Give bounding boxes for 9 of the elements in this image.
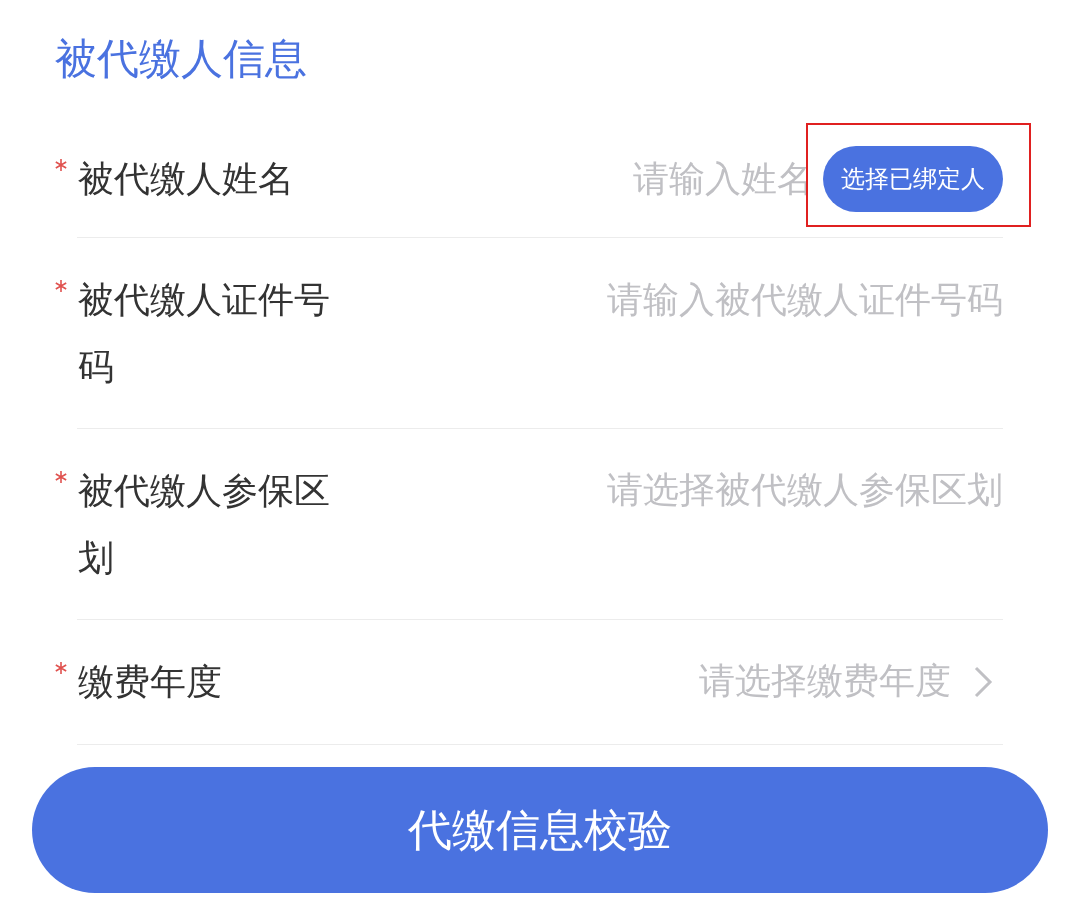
section-title: 被代缴人信息 [55, 33, 307, 85]
field-label: 缴费年度 [78, 660, 223, 704]
select-bound-person-button[interactable]: 选择已绑定人 [823, 145, 1003, 212]
field-label: 被代缴人参保区划 [78, 469, 331, 580]
input-field[interactable]: 请输入被代缴人证件号码 [370, 279, 1003, 320]
field-label: 被代缴人证件号码 [78, 278, 331, 389]
field-label: 被代缴人姓名 [78, 157, 295, 201]
input-field[interactable]: 请输入姓名 [370, 158, 813, 199]
verify-button[interactable]: 代缴信息校验 [32, 767, 1048, 893]
